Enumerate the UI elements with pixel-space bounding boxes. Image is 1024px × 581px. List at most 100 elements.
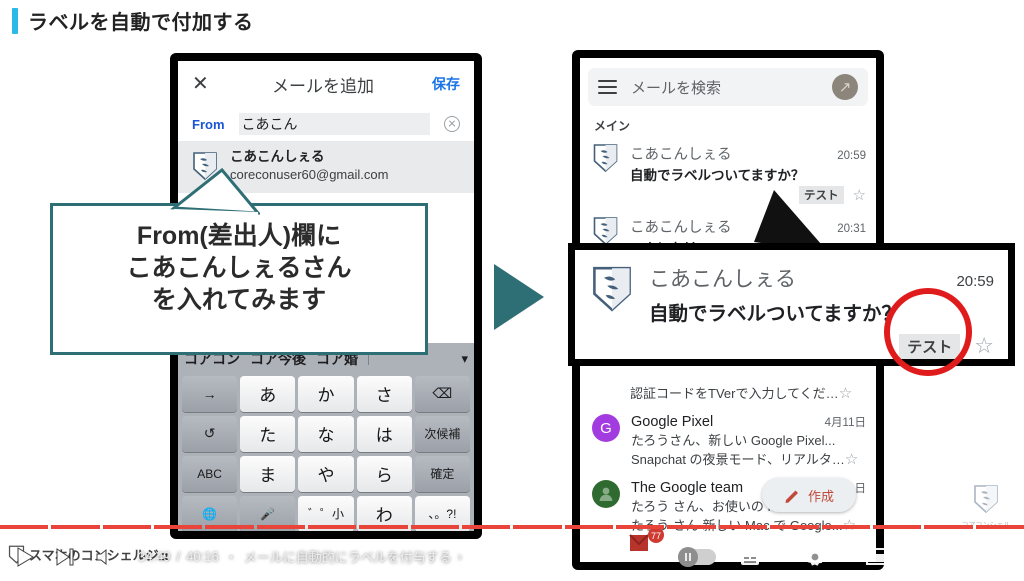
chapter-seg[interactable] [924,525,973,529]
email-subject: 自動でラベルついてますか？ [630,168,805,183]
add-mail-title: メールを追加 [272,76,374,96]
email-sender: Google Pixel [631,414,714,430]
search-input[interactable]: メールを検索 [631,77,818,98]
email-line1-1: こあこんしぇる 20:59 [630,143,866,164]
key-ya[interactable]: や [298,455,354,492]
key-sa[interactable]: さ [356,375,412,412]
callout-text: From(差出人)欄に こあこんしぇるさん を入れてみます [53,206,425,316]
cursor-right-key[interactable]: → [182,375,238,412]
star-outline-icon[interactable]: ☆ [853,186,866,204]
chapter-seg[interactable] [154,525,203,529]
key-ha[interactable]: は [356,415,412,452]
email-row-4[interactable]: G Google Pixel 4月11日 たろうさん、新しい Google Pi… [580,408,876,474]
chapter-seg[interactable] [718,525,768,529]
confirm-key[interactable]: 確定 [414,455,471,492]
save-button[interactable]: 保存 [432,74,460,94]
chapter-seg[interactable] [975,525,1024,529]
email-snippet: 認証コードをTVerで入力してくだ… [630,386,839,401]
email-line3-4: Snapchat の夜景モード、リアルタ… ☆ [631,449,866,468]
person-icon [599,487,613,501]
koacon-shield-avatar [593,217,618,246]
pencil-icon [785,490,798,503]
chapter-seg[interactable] [616,525,665,529]
miniplayer-icon[interactable] [866,548,888,565]
transition-arrow [494,264,544,330]
chapter-seg[interactable] [308,525,357,529]
key-ta[interactable]: た [240,415,296,452]
compose-button[interactable]: 作成 [762,478,856,512]
chapter-segments[interactable] [0,525,1024,529]
chapter-seg[interactable] [205,525,254,529]
from-label: From [192,116,225,132]
from-input[interactable]: こあこん [238,113,430,135]
autoplay-knob [678,546,698,567]
volume-icon[interactable] [94,546,116,568]
autoplay-toggle[interactable] [678,546,716,567]
koacon-shield-avatar [593,266,631,312]
star-outline-icon[interactable]: ☆ [974,333,994,359]
chapter-seg[interactable] [410,525,460,529]
time-and-chapter: 34:49 / 40:16 ・ メールに自動的にラベルを付与する › [138,547,462,566]
keyboard-row-2: ↺ た な は 次候補 [180,414,472,454]
duration: 40:16 [186,549,219,564]
undo-key[interactable]: ↺ [182,415,238,452]
chapter-seg[interactable] [359,525,408,529]
chapter-title[interactable]: メールに自動的にラベルを付与する [244,547,452,566]
hamburger-menu-icon[interactable] [598,76,617,98]
clear-circle-icon[interactable] [444,116,460,132]
koacon-shield-logo [974,485,998,514]
chevron-down-icon[interactable]: ▾ [461,351,468,367]
dot-separator: ・ [224,550,238,565]
backspace-key[interactable]: ⌫ [414,375,471,412]
star-outline-icon[interactable]: ☆ [845,450,858,468]
keyboard-row-3: ABC ま や ら 確定 [180,454,472,494]
email-body-4: Google Pixel 4月11日 たろうさん、新しい Google Pixe… [631,414,866,468]
fullscreen-icon[interactable] [990,547,1010,566]
chapter-seg[interactable] [872,525,922,529]
email-row-1[interactable]: こあこんしぇる 20:59 自動でラベルついてますか？ テスト ☆ [580,137,876,210]
chapter-seg[interactable] [462,525,511,529]
chapter-seg[interactable] [51,525,100,529]
abc-key[interactable]: ABC [182,455,238,492]
email-time: 20:31 [837,223,866,235]
key-ma[interactable]: ま [240,455,296,492]
chapter-seg[interactable] [667,525,716,529]
key-ra[interactable]: ら [356,455,412,492]
gmail-search-bar[interactable]: メールを検索 ↗ [588,68,868,106]
chapter-seg[interactable] [0,525,49,529]
chapter-seg[interactable] [256,525,306,529]
channel-watermark: コアコンシェル [958,484,1014,530]
current-time: 34:49 [138,549,171,564]
zoom-card-line1: こあこんしぇる 20:59 [649,263,994,293]
next-track-icon[interactable] [54,546,76,568]
page-title: ラベルを自動で付加する [12,6,254,35]
zoom-time: 20:59 [956,273,994,290]
avatar-person-icon [592,480,620,508]
account-avatar[interactable]: ↗ [832,74,858,100]
chapter-seg[interactable] [513,525,562,529]
key-a[interactable]: あ [240,375,296,412]
suggestion-name: こあこんしぇる [230,149,325,164]
chapter-seg[interactable] [821,525,870,529]
subtitles-icon[interactable] [738,546,764,568]
key-ka[interactable]: か [298,375,354,412]
email-subject: たろうさん、新しい Google Pixel... [631,433,836,448]
theater-mode-icon[interactable] [928,548,950,565]
email-row-3[interactable]: 認証コードをTVerで入力してくだ… ☆ [580,381,876,408]
chapter-seg[interactable] [102,525,152,529]
inbox-section-label: メイン [594,119,631,133]
video-progress-bar[interactable] [0,525,1024,529]
chapter-seg[interactable] [770,525,819,529]
next-candidate-key[interactable]: 次候補 [414,415,471,452]
key-na[interactable]: な [298,415,354,452]
chapter-seg[interactable] [564,525,614,529]
avatar-letter-g: G [592,414,620,442]
email-body-1: こあこんしぇる 20:59 自動でラベルついてますか？ テスト ☆ [630,143,866,204]
email-line1-2: こあこんしぇる 20:31 [630,216,866,237]
chevron-right-icon[interactable]: › [458,549,462,564]
email-line1-3: 認証コードをTVerで入力してくだ… ☆ [630,383,866,402]
gear-icon[interactable] [804,546,826,568]
close-icon[interactable]: ✕ [192,74,214,94]
play-icon[interactable] [14,546,36,568]
star-outline-icon[interactable]: ☆ [839,384,852,402]
